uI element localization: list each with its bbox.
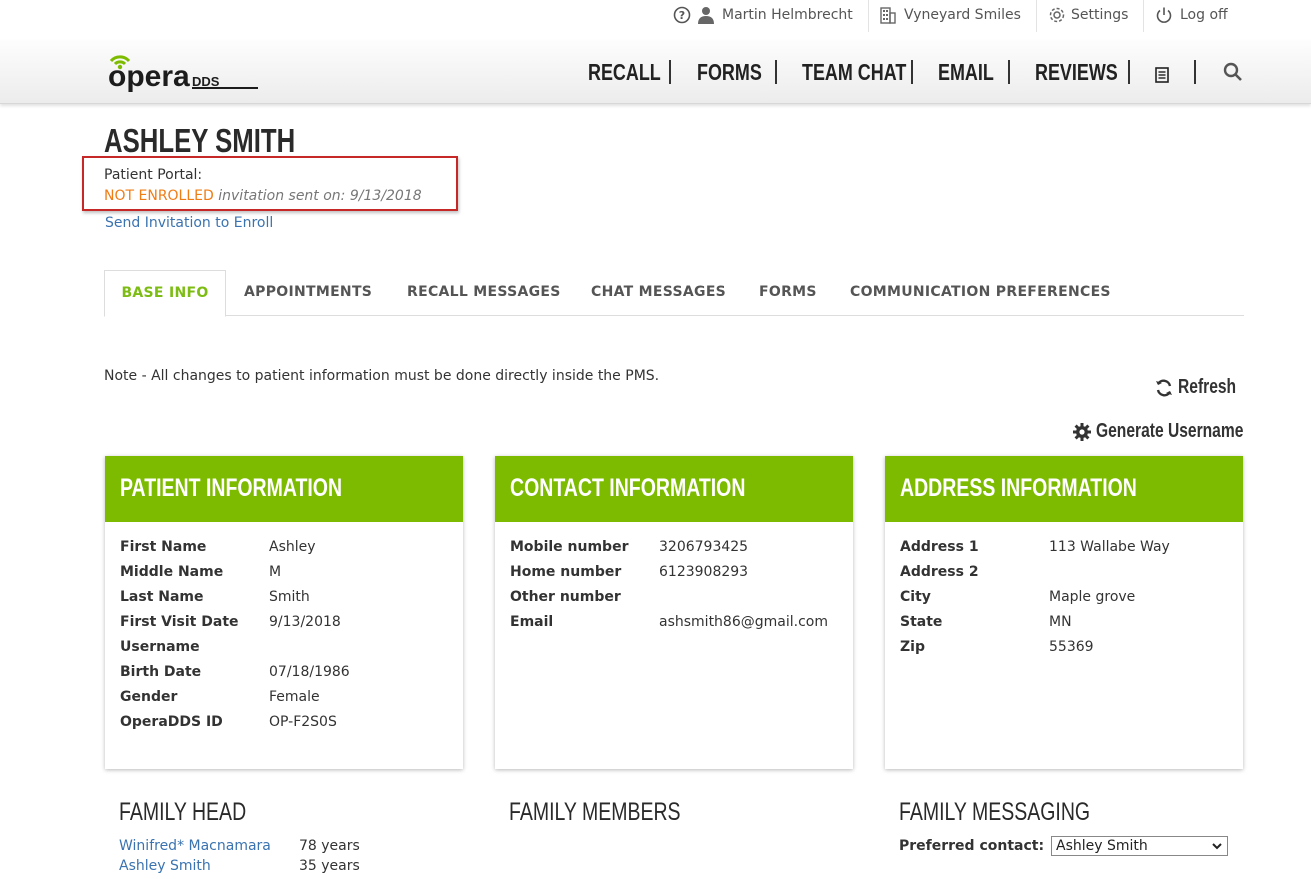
info-row: Address 2: [900, 564, 979, 580]
info-row: City Maple grove: [900, 589, 1136, 605]
info-row: First Visit Date 9/13/2018: [120, 614, 341, 630]
gear-icon: [1073, 422, 1091, 441]
user-name: Martin Helmbrecht: [722, 7, 853, 23]
nav-recall[interactable]: RECALL: [588, 58, 681, 86]
card-header: ADDRESS INFORMATION: [885, 456, 1243, 522]
nav-email[interactable]: EMAIL: [938, 58, 1010, 86]
tab-recall-messages[interactable]: RECALL MESSAGES: [407, 270, 561, 315]
tab-forms[interactable]: FORMS: [759, 270, 817, 315]
family-head-title: FAMILY HEAD: [119, 798, 247, 826]
preferred-contact-label: Preferred contact:: [899, 838, 1045, 854]
refresh-icon: [1156, 379, 1172, 396]
patient-information-card: PATIENT INFORMATION First Name Ashley Mid…: [105, 456, 463, 769]
practice-name: Vyneyard Smiles: [904, 7, 1021, 23]
power-icon: [1156, 7, 1172, 23]
info-row: Other number: [510, 589, 621, 605]
card-header: CONTACT INFORMATION: [495, 456, 853, 522]
family-member-age: 78 years: [299, 838, 360, 854]
info-row: Last Name Smith: [120, 589, 310, 605]
family-member-link[interactable]: Winifred* Macnamara: [119, 838, 299, 854]
info-row: State MN: [900, 614, 1072, 630]
logo-main-text: opera: [108, 60, 190, 92]
list-item: Winifred* Macnamara 78 years: [119, 838, 360, 854]
info-row: Zip 55369: [900, 639, 1094, 655]
enrollment-status: NOT ENROLLED: [104, 188, 214, 204]
info-row: Gender Female: [120, 689, 320, 705]
info-row: OperaDDS ID OP-F2S0S: [120, 714, 337, 730]
settings-link[interactable]: Settings: [1047, 4, 1128, 26]
gear-icon: [1049, 7, 1065, 23]
info-row: First Name Ashley: [120, 539, 316, 555]
family-messaging-title: FAMILY MESSAGING: [899, 798, 1091, 826]
practice-menu[interactable]: Vyneyard Smiles: [879, 4, 1021, 26]
tab-appointments[interactable]: APPOINTMENTS: [244, 270, 372, 315]
nav-reviews[interactable]: REVIEWS: [1035, 58, 1141, 86]
generate-username-button[interactable]: Generate Username: [1072, 420, 1285, 443]
info-row: Birth Date 07/18/1986: [120, 664, 350, 680]
tab-communication-preferences[interactable]: COMMUNICATION PREFERENCES: [850, 270, 1111, 315]
send-invitation-link[interactable]: Send Invitation to Enroll: [105, 215, 273, 231]
list-icon[interactable]: [1155, 62, 1169, 90]
family-member-link[interactable]: Ashley Smith: [119, 858, 299, 874]
address-information-card: ADDRESS INFORMATION Address 1 113 Wallabe…: [885, 456, 1243, 769]
info-row: Username: [120, 639, 200, 655]
info-row: Mobile number 3206793425: [510, 539, 749, 555]
patient-name-title: ASHLEY SMITH: [104, 122, 296, 159]
info-row: Address 1 113 Wallabe Way: [900, 539, 1170, 555]
user-menu[interactable]: Martin Helmbrecht: [697, 4, 853, 26]
svg-text:?: ?: [679, 9, 685, 22]
tab-base-info[interactable]: BASE INFO: [104, 270, 226, 317]
contact-information-card: CONTACT INFORMATION Mobile number 3206793…: [495, 456, 853, 769]
portal-label: Patient Portal:: [104, 167, 203, 183]
invitation-date: invitation sent on: 9/13/2018: [218, 188, 422, 204]
info-row: Middle Name M: [120, 564, 282, 580]
refresh-button[interactable]: Refresh: [1154, 376, 1252, 399]
preferred-contact-select[interactable]: Ashley Smith: [1051, 836, 1228, 856]
logo-sub-text: DDS: [192, 74, 220, 89]
logoff-link[interactable]: Log off: [1155, 4, 1228, 26]
family-member-age: 35 years: [299, 858, 360, 874]
nav-team-chat[interactable]: TEAM CHAT: [802, 58, 936, 86]
pms-note: Note - All changes to patient informatio…: [104, 368, 660, 384]
card-header: PATIENT INFORMATION: [105, 456, 463, 522]
info-row: Home number 6123908293: [510, 564, 749, 580]
list-item: Ashley Smith 35 years: [119, 858, 360, 874]
portal-status: NOT ENROLLED invitation sent on: 9/13/20…: [104, 188, 422, 204]
family-members-title: FAMILY MEMBERS: [509, 798, 681, 826]
building-icon: [880, 7, 896, 24]
nav-forms[interactable]: FORMS: [697, 58, 780, 86]
main-header: opera DDS RECALL FORMS TEAM CHAT EMAIL R…: [0, 40, 1311, 104]
search-icon[interactable]: [1223, 61, 1243, 89]
patient-tabs: BASE INFO APPOINTMENTS RECALL MESSAGES C…: [104, 270, 1244, 317]
info-row: Email ashsmith86@gmail.com: [510, 614, 828, 630]
help-icon[interactable]: ?: [673, 4, 691, 26]
user-icon: [698, 7, 714, 24]
opera-dds-logo[interactable]: opera DDS: [108, 50, 268, 93]
tab-chat-messages[interactable]: CHAT MESSAGES: [591, 270, 726, 315]
top-utility-bar: ? Martin Helmbrecht Vyneyard Smiles Sett…: [0, 0, 1311, 40]
chevron-down-icon: [1212, 843, 1222, 850]
